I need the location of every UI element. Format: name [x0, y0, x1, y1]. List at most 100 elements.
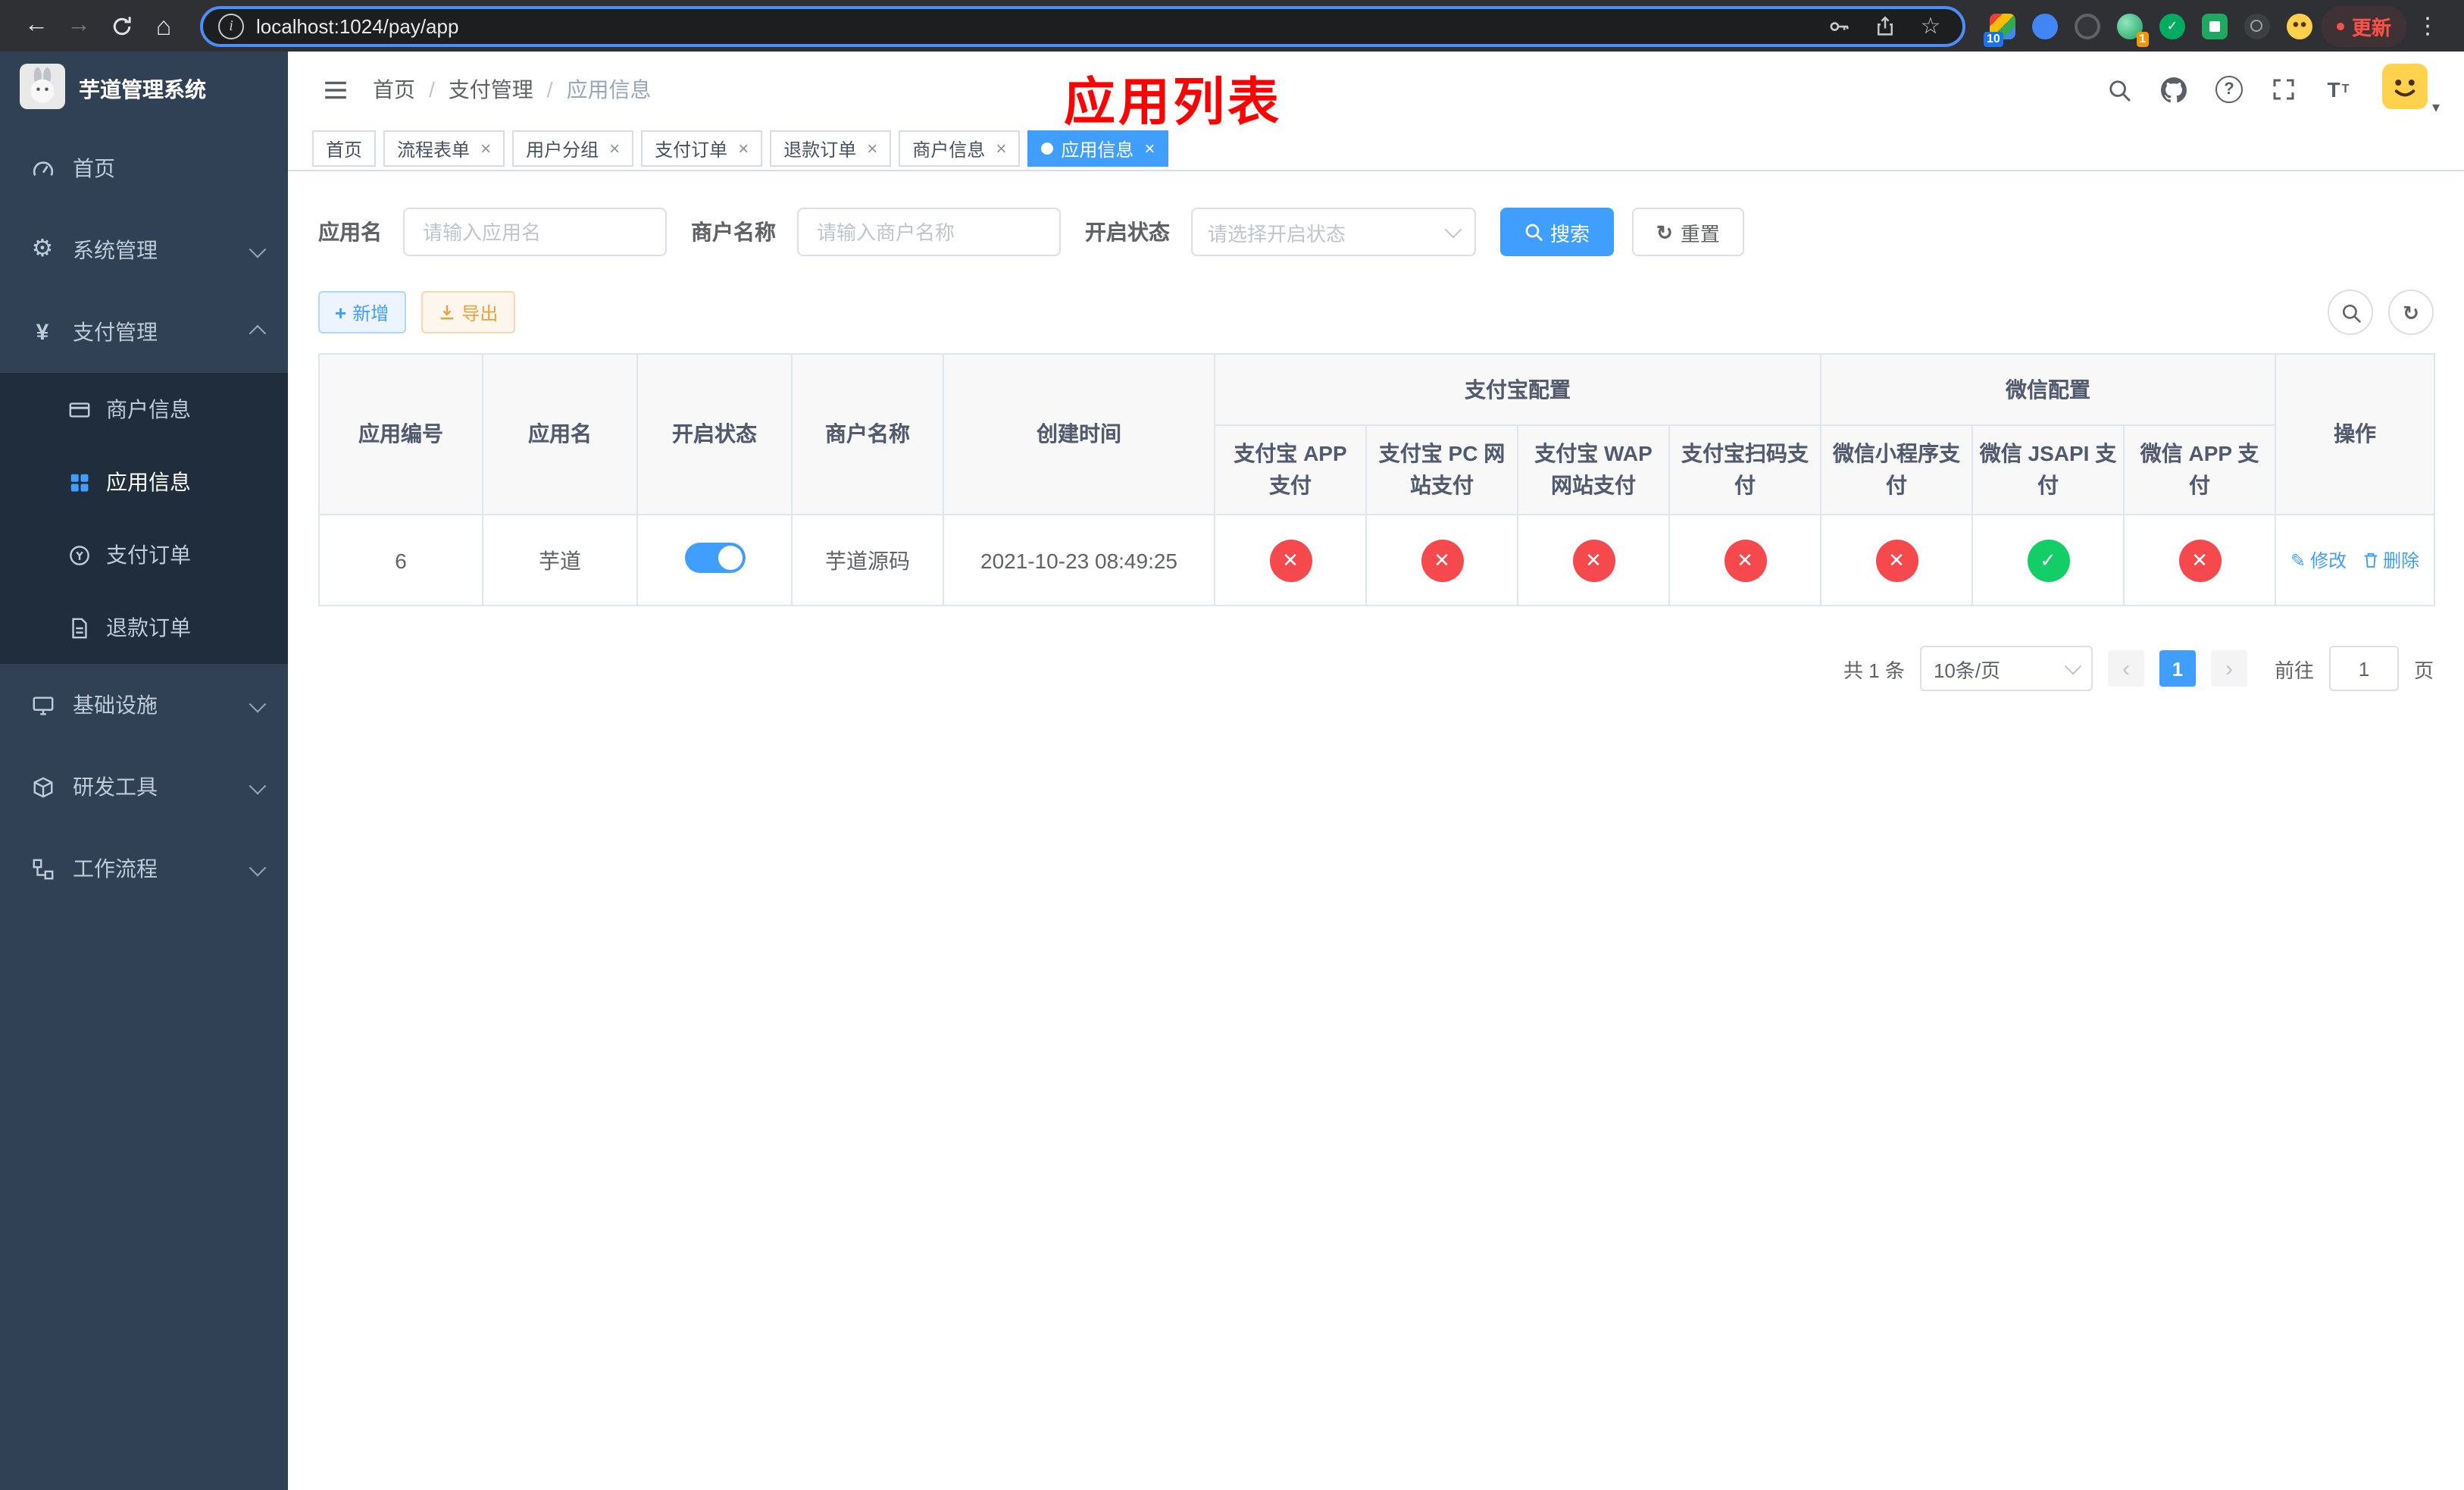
tab-label: 用户分组: [526, 139, 599, 160]
browser-home-icon[interactable]: [142, 5, 185, 47]
tab-refund-order[interactable]: 退款订单: [770, 130, 892, 167]
extension-puzzle-icon[interactable]: 10: [1983, 13, 2015, 46]
browser-menu-icon[interactable]: [2406, 5, 2449, 47]
sidebar-item-app-info[interactable]: 应用信息: [0, 446, 288, 518]
status-toggle[interactable]: [684, 543, 745, 573]
sidebar-item-payment[interactable]: 支付管理: [0, 291, 288, 373]
user-menu[interactable]: [2381, 63, 2440, 116]
extension-face-icon[interactable]: [2286, 13, 2312, 39]
tab-label: 支付订单: [655, 139, 728, 160]
site-info-icon[interactable]: [218, 13, 244, 39]
apps-table: 应用编号 应用名 开启状态 商户名称 创建时间 支付宝配置 微信配置 操作 支付…: [318, 353, 2436, 606]
delete-link[interactable]: 删除: [2362, 547, 2419, 573]
add-button[interactable]: 新增: [318, 291, 406, 333]
extension-green-square-icon[interactable]: [2201, 13, 2228, 39]
pencil-icon: [2290, 551, 2306, 569]
extension-check-icon[interactable]: [2159, 13, 2185, 39]
cell-actions: 修改 删除: [2275, 514, 2436, 606]
edit-link[interactable]: 修改: [2290, 547, 2347, 573]
sidebar-item-devtools[interactable]: 研发工具: [0, 746, 288, 828]
tab-app-info[interactable]: 应用信息: [1027, 130, 1169, 167]
password-key-icon[interactable]: [1823, 9, 1856, 42]
tab-merchant-info[interactable]: 商户信息: [899, 130, 1021, 167]
extension-badge: 10: [1983, 31, 2003, 46]
page-number-button[interactable]: 1: [2159, 650, 2196, 687]
table-toolbar: 新增 导出: [318, 290, 2434, 335]
next-page-button[interactable]: [2210, 650, 2247, 687]
url-text[interactable]: localhost:1024/pay/app: [256, 14, 1811, 37]
header-search-icon[interactable]: [2097, 67, 2143, 112]
extension-blue-icon[interactable]: [2031, 13, 2058, 39]
col-header-alipay-app: 支付宝 APP 支付: [1214, 424, 1367, 515]
tab-close-icon[interactable]: [1144, 139, 1155, 158]
tab-label: 流程表单: [397, 139, 471, 160]
tab-close-icon[interactable]: [609, 139, 620, 158]
refresh-table-button[interactable]: [2388, 290, 2434, 335]
browser-update-button[interactable]: 更新: [2321, 5, 2406, 46]
prev-page-button[interactable]: [2107, 650, 2144, 687]
sidebar-item-label: 支付管理: [73, 320, 158, 344]
tab-home[interactable]: 首页: [312, 130, 377, 167]
refresh-icon: [1656, 222, 1673, 242]
hamburger-icon[interactable]: [312, 67, 358, 112]
sidebar-logo: 芋道管理系统: [0, 52, 288, 127]
yen-icon: [30, 321, 55, 343]
breadcrumb-item-payment[interactable]: 支付管理: [449, 74, 533, 105]
breadcrumb-item-home[interactable]: 首页: [373, 74, 415, 105]
reset-button[interactable]: 重置: [1632, 208, 1744, 256]
sidebar-item-system[interactable]: 系统管理: [0, 209, 288, 291]
search-button[interactable]: 搜索: [1500, 208, 1615, 256]
toggle-search-button[interactable]: [2328, 290, 2373, 335]
page-size-value: 10条/页: [1933, 659, 2001, 681]
sidebar-item-pay-order[interactable]: 支付订单: [0, 518, 288, 591]
col-group-wechat: 微信配置: [1819, 353, 2277, 426]
tab-process-form[interactable]: 流程表单: [383, 130, 505, 167]
tab-close-icon[interactable]: [480, 139, 491, 158]
sidebar-item-home[interactable]: 首页: [0, 127, 288, 209]
font-size-icon[interactable]: [2315, 67, 2361, 112]
goto-page-input[interactable]: [2328, 646, 2399, 691]
cell-alipay-wap: [1517, 514, 1670, 606]
address-bar[interactable]: localhost:1024/pay/app: [200, 5, 1965, 46]
rabbit-logo-icon: [20, 63, 65, 116]
extension-avatar-icon[interactable]: 1: [2116, 13, 2149, 46]
share-icon[interactable]: [1868, 9, 1902, 42]
sidebar-item-infrastructure[interactable]: 基础设施: [0, 664, 288, 746]
sidebar-item-refund-order[interactable]: 退款订单: [0, 591, 288, 664]
filter-form: 应用名 商户名称 开启状态 请选择开启状态: [318, 208, 2434, 256]
browser-forward-icon[interactable]: [58, 5, 100, 47]
chevron-down-icon: [249, 775, 267, 799]
sidebar-item-merchant-info[interactable]: 商户信息: [0, 373, 288, 446]
sidebar-item-workflow[interactable]: 工作流程: [0, 828, 288, 909]
browser-back-icon[interactable]: [15, 5, 58, 47]
merchant-name-input[interactable]: [797, 208, 1061, 256]
tab-close-icon[interactable]: [867, 139, 877, 158]
fullscreen-icon[interactable]: [2261, 67, 2306, 112]
export-button[interactable]: 导出: [421, 291, 515, 333]
browser-reload-icon[interactable]: [100, 5, 142, 47]
app-name-input[interactable]: [403, 208, 667, 256]
chevron-up-icon: [249, 320, 267, 344]
github-icon[interactable]: [2152, 67, 2197, 112]
tab-user-group[interactable]: 用户分组: [512, 130, 634, 167]
page-content: 应用名 商户名称 开启状态 请选择开启状态: [288, 171, 2464, 1490]
extension-dark-icon[interactable]: [2074, 13, 2100, 39]
cell-alipay-qr: [1668, 514, 1821, 606]
channel-disabled-icon: [1269, 539, 1312, 581]
status-select[interactable]: 请选择开启状态: [1191, 208, 1476, 256]
help-icon[interactable]: [2206, 67, 2252, 112]
avatar[interactable]: [2381, 63, 2428, 116]
cell-alipay-app: [1214, 514, 1367, 606]
extension-pinwheel-icon[interactable]: [2244, 13, 2270, 39]
col-header-wx-jsapi: 微信 JSAPI 支付: [1972, 424, 2125, 515]
edit-link-label: 修改: [2310, 550, 2347, 571]
tab-pay-order[interactable]: 支付订单: [641, 130, 763, 167]
cell-app-id: 6: [318, 514, 483, 606]
bookmark-star-icon[interactable]: [1914, 9, 1947, 42]
tab-close-icon[interactable]: [996, 139, 1006, 158]
page-size-select[interactable]: 10条/页: [1919, 646, 2093, 691]
tab-close-icon[interactable]: [738, 139, 749, 158]
annotation-title: 应用列表: [1064, 74, 1282, 132]
breadcrumb-item-current: 应用信息: [566, 77, 652, 102]
delete-link-label: 删除: [2383, 550, 2420, 571]
